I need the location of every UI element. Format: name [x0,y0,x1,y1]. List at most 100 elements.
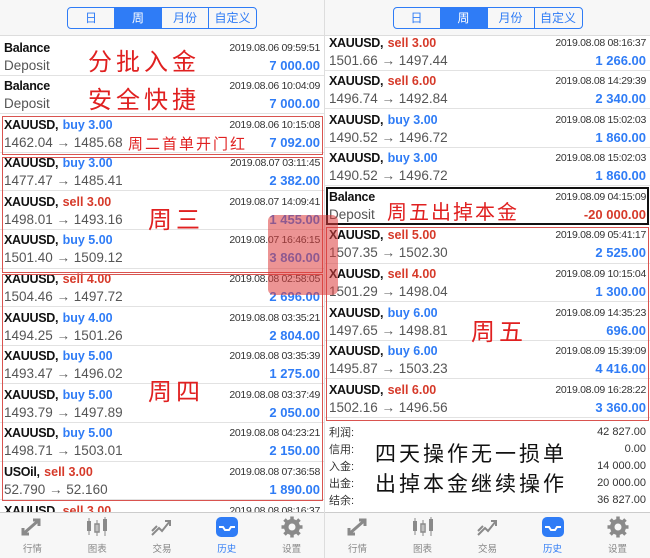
summary-credit: 信用: 0.00 [329,442,646,456]
deal-profit: 2 382.00 [269,173,320,189]
symbol-label: XAUUSD, [329,228,384,243]
tab-settings[interactable]: 设置 [585,513,650,558]
trade-action-label: buy 3.00 [62,156,113,171]
deal-row[interactable]: XAUUSD, sell 4.00 2019.08.09 10:15:04 1501… [325,264,650,303]
symbol-label: XAUUSD, [329,305,384,320]
segment-week[interactable]: 周 [440,7,488,28]
deal-row[interactable]: XAUUSD, sell 5.00 2019.08.09 05:41:17 1507… [325,225,650,264]
price-open-close: 1494.25 → 1501.26 [4,327,123,343]
symbol-label: XAUUSD, [329,112,384,127]
deal-row[interactable]: XAUUSD, buy 3.00 2019.08.06 10:15:08 1462.… [0,114,324,153]
price-open-close: 1490.52 → 1496.72 [329,129,448,145]
row-top-line: USOil, sell 3.00 2019.08.08 07:36:58 [4,464,320,481]
trade-action-label: buy 6.00 [387,305,438,320]
symbol-label: XAUUSD, [4,349,59,364]
deal-row[interactable]: XAUUSD, buy 3.00 2019.08.08 15:02:03 1490.… [325,148,650,187]
deal-profit: 2 525.00 [595,245,646,261]
deal-row[interactable]: XAUUSD, buy 3.00 2019.08.08 15:02:03 1490.… [325,109,650,148]
segment-custom[interactable]: 自定义 [535,8,582,28]
trade-action-label: buy 3.00 [62,117,113,132]
tab-chart[interactable]: 图表 [65,513,130,558]
balance-type: Deposit [4,96,50,112]
segment-month[interactable]: 月份 [162,7,209,28]
row-title: XAUUSD, sell 5.00 [329,226,436,244]
trade-action-label: buy 4.00 [62,310,113,325]
row-bottom-line: 1494.25 → 1501.26 2 804.00 [4,326,320,344]
deal-row[interactable]: XAUUSD, sell 3.00 2019.08.08 08:16:37 1501… [325,32,650,71]
tab-chart[interactable]: 图表 [390,513,455,558]
symbol-label: XAUUSD, [329,151,384,166]
row-top-line: XAUUSD, sell 4.00 2019.08.08 02:58:05 [4,271,320,288]
balance-label: Balance [4,40,50,55]
row-title: XAUUSD, buy 5.00 [4,347,113,365]
deal-row[interactable]: XAUUSD, sell 6.00 2019.08.08 14:29:39 1496… [325,71,650,110]
deal-row[interactable]: XAUUSD, buy 5.00 2019.08.07 16:46:15 1501.… [0,230,324,269]
tab-quotes[interactable]: 行情 [0,513,65,558]
deal-list[interactable]: XAUUSD, sell 3.00 2019.08.08 08:16:37 1501… [325,32,650,418]
deal-row[interactable]: XAUUSD, buy 4.00 2019.08.08 03:35:21 1494.… [0,307,324,346]
deal-profit: 1 300.00 [595,284,646,300]
deal-timestamp: 2019.08.08 15:02:03 [555,152,646,165]
row-top-line: XAUUSD, sell 3.00 2019.08.07 14:09:41 [4,193,320,210]
segment-custom[interactable]: 自定义 [209,8,256,28]
tab-trade[interactable]: 交易 [130,513,195,558]
balance-row[interactable]: Balance 2019.08.06 10:04:09 Deposit 7 000.0… [0,76,324,115]
deal-timestamp: 2019.08.09 16:28:22 [555,383,646,396]
row-bottom-line: Deposit 7 000.00 [4,56,320,74]
tab-settings[interactable]: 设置 [259,513,324,558]
deal-profit: 1 455.00 [269,211,320,227]
deal-row[interactable]: XAUUSD, buy 5.00 2019.08.08 03:37:49 1493.… [0,384,324,423]
deal-row[interactable]: XAUUSD, sell 3.00 2019.08.07 14:09:41 1498… [0,191,324,230]
period-selector-bar: 日 周 月份 自定义 [0,0,324,36]
price-open-close: 1493.79 → 1497.89 [4,404,123,420]
deal-list[interactable]: Balance 2019.08.06 09:59:51 Deposit 7 000.0… [0,37,324,539]
tab-trade[interactable]: 交易 [455,513,520,558]
row-title: XAUUSD, buy 5.00 [4,424,113,442]
summary-balance: 结余: 36 827.00 [329,493,646,507]
row-top-line: XAUUSD, buy 6.00 2019.08.09 14:35:23 [329,304,646,321]
deal-profit: 3 360.00 [595,399,646,415]
deal-row[interactable]: XAUUSD, sell 4.00 2019.08.08 02:58:05 1504… [0,269,324,308]
segment-month[interactable]: 月份 [488,7,535,28]
tab-history[interactable]: 历史 [520,513,585,558]
summary-deposit: 入金: 14 000.00 [329,459,646,473]
deal-profit: 7 092.00 [269,134,320,150]
deal-row[interactable]: XAUUSD, sell 6.00 2019.08.09 16:28:22 1502… [325,379,650,418]
price-open-close: 1498.01 → 1493.16 [4,211,123,227]
deal-row[interactable]: USOil, sell 3.00 2019.08.08 07:36:58 52.79… [0,462,324,501]
row-top-line: XAUUSD, buy 5.00 2019.08.08 04:23:21 [4,425,320,442]
deal-row[interactable]: XAUUSD, buy 5.00 2019.08.08 04:23:21 1498.… [0,423,324,462]
balance-row[interactable]: Balance 2019.08.06 09:59:51 Deposit 7 000.0… [0,37,324,76]
trade-icon [475,516,501,538]
tab-history[interactable]: 历史 [194,513,259,558]
trade-action-label: buy 3.00 [387,151,438,166]
row-top-line: XAUUSD, sell 4.00 2019.08.09 10:15:04 [329,266,646,283]
row-top-line: XAUUSD, buy 5.00 2019.08.08 03:35:39 [4,348,320,365]
symbol-label: XAUUSD, [4,310,59,325]
row-top-line: XAUUSD, sell 5.00 2019.08.09 05:41:17 [329,227,646,244]
row-top-line: XAUUSD, buy 3.00 2019.08.08 15:02:03 [329,111,646,128]
symbol-label: XAUUSD, [329,267,384,282]
row-bottom-line: 1507.35 → 1502.30 2 525.00 [329,244,646,262]
tab-label: 图表 [412,544,432,555]
row-title: XAUUSD, sell 6.00 [329,381,436,399]
deal-timestamp: 2019.08.06 09:59:51 [229,41,320,54]
deal-row[interactable]: XAUUSD, buy 3.00 2019.08.07 03:11:45 1477.… [0,153,324,192]
history-icon [214,516,240,538]
period-selector-bar: 日 周 月份 自定义 [325,0,650,36]
price-open-close: 1497.65 → 1498.81 [329,322,448,338]
history-panel-right: 日 周 月份 自定义 XAUUSD, sell 3.00 2019.08.08 0… [325,0,650,558]
balance-row[interactable]: Balance 2019.08.09 04:15:09 Deposit -20 000… [325,186,650,225]
deal-profit: 2 150.00 [269,443,320,459]
row-top-line: XAUUSD, buy 6.00 2019.08.09 15:39:09 [329,343,646,360]
period-segmented-control: 日 周 月份 自定义 [392,6,583,29]
segment-day[interactable]: 日 [394,7,441,28]
deal-row[interactable]: XAUUSD, buy 5.00 2019.08.08 03:35:39 1493.… [0,346,324,385]
tab-quotes[interactable]: 行情 [325,513,390,558]
deal-row[interactable]: XAUUSD, buy 6.00 2019.08.09 14:35:23 1497.… [325,302,650,341]
segment-day[interactable]: 日 [68,7,115,28]
symbol-label: XAUUSD, [4,272,59,287]
deal-row[interactable]: XAUUSD, buy 6.00 2019.08.09 15:39:09 1495.… [325,341,650,380]
row-title: XAUUSD, buy 6.00 [329,304,438,322]
segment-week[interactable]: 周 [115,7,162,28]
